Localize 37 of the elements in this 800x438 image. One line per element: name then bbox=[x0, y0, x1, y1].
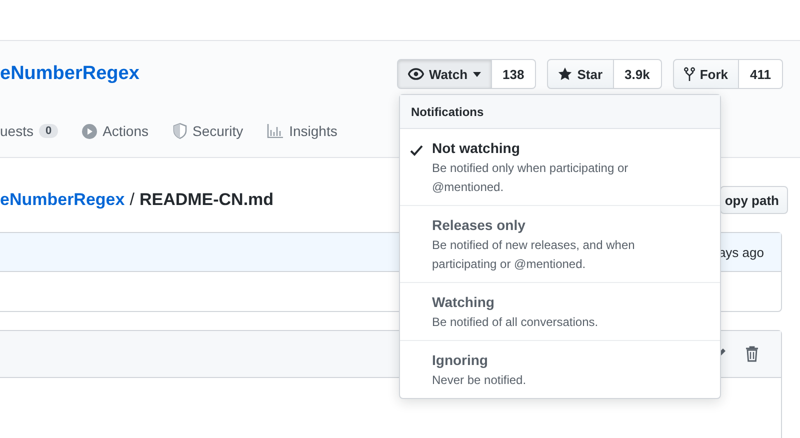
nav-tab[interactable]: Insights bbox=[289, 123, 338, 139]
item-description: Be notified of new releases, and when participating or @mentioned. bbox=[432, 237, 636, 273]
item-title: Watching bbox=[432, 294, 496, 310]
copy-path-button[interactable]: opy path bbox=[720, 186, 788, 214]
path-separator: / bbox=[130, 190, 134, 210]
social-count[interactable]: 3.9k bbox=[614, 59, 662, 89]
fork-icon bbox=[684, 66, 695, 82]
item-title: Not watching bbox=[432, 140, 521, 156]
item-title: Ignoring bbox=[432, 352, 489, 368]
caret-icon bbox=[472, 72, 481, 76]
file-name: README-CN.md bbox=[139, 190, 274, 210]
menu-item[interactable]: Watching Be notified of all conversations. bbox=[400, 283, 720, 341]
fork-button[interactable]: Fork bbox=[672, 59, 740, 89]
nav-tab[interactable]: Actions bbox=[102, 123, 149, 139]
social-count[interactable]: 411 bbox=[739, 59, 783, 89]
nav-tab[interactable]: uests bbox=[0, 123, 34, 139]
item-description: Be notified only when participating or @mentioned. bbox=[432, 160, 630, 196]
repo-name-link[interactable]: eNumberRegex bbox=[0, 63, 140, 85]
menu-item[interactable]: Releases only Be notified of new releases, and when participating or @mentioned. bbox=[400, 206, 720, 283]
menu-item[interactable]: Ignoring Never be notified. bbox=[400, 341, 720, 398]
star-icon bbox=[558, 67, 572, 81]
menu-item[interactable]: Not watching Be notified only when participating or @mentioned. bbox=[400, 129, 720, 206]
play-icon bbox=[82, 124, 97, 138]
nav-tab[interactable]: Security bbox=[192, 123, 244, 139]
tab-counter: 0 bbox=[39, 124, 58, 138]
watch-button[interactable]: Watch bbox=[397, 59, 492, 89]
shield-icon bbox=[172, 123, 187, 139]
item-title: Releases only bbox=[432, 217, 526, 233]
star-button[interactable]: Star bbox=[547, 59, 614, 89]
repo-link[interactable]: eNumberRegex bbox=[0, 190, 125, 210]
item-description: Be notified of all conversations. bbox=[432, 314, 600, 331]
trash-icon[interactable] bbox=[745, 346, 759, 362]
bar-chart-icon bbox=[267, 124, 284, 138]
eye-icon bbox=[408, 68, 424, 80]
item-description: Never be notified. bbox=[432, 372, 528, 389]
social-count[interactable]: 138 bbox=[492, 59, 536, 89]
menu-title: Notifications bbox=[411, 104, 484, 118]
